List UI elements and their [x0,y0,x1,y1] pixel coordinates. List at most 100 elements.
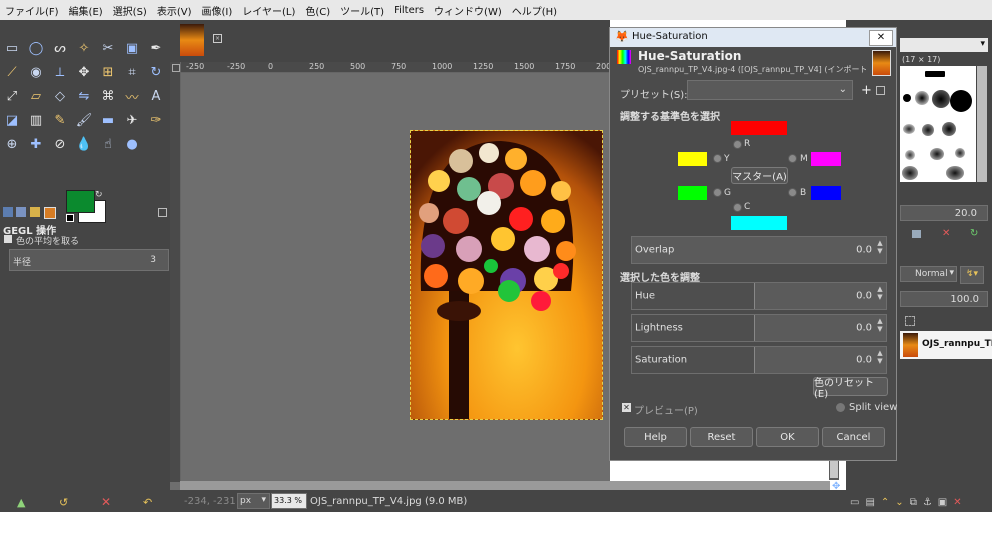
menu-item-1[interactable]: 編集(E) [64,3,108,18]
blue-swatch[interactable] [811,186,841,200]
ink-icon[interactable]: ✑ [146,110,166,130]
brush-field[interactable]: ▾ [900,38,988,52]
lightness-spin-icon[interactable]: ▲ ▼ [876,317,884,333]
dialog-close-button[interactable]: ✕ [869,30,893,46]
unit-select[interactable]: px ▾ [237,493,270,509]
magenta-swatch[interactable] [811,152,841,166]
lasso-icon[interactable]: ᔕ [50,38,70,58]
radius-field[interactable]: 半径 3 [9,249,169,271]
zoom-icon[interactable]: ◉ [26,62,46,82]
rect-select-icon[interactable]: ▭ [2,38,22,58]
opacity-field[interactable]: 100.0 [900,291,988,307]
saturation-slider[interactable]: Saturation 0.0 ▲ ▼ [631,346,887,374]
red-radio[interactable] [733,140,742,149]
fuzzy-select-icon[interactable]: ✧ [74,38,94,58]
lower-layer-icon[interactable]: ⌄ [895,497,903,508]
quick-mask-icon[interactable] [172,64,180,72]
lock-alpha-icon[interactable] [905,316,915,326]
preview-checkbox[interactable]: ✕ [622,403,631,412]
ok-button[interactable]: OK [756,427,819,447]
eraser-icon[interactable]: ▬ [98,110,118,130]
green-swatch[interactable] [678,186,707,200]
dialog-titlebar[interactable]: 🦊 Hue-Saturation ✕ [610,28,896,47]
magenta-radio[interactable] [788,154,797,163]
brush-grid[interactable] [900,66,976,182]
foreground-select-icon[interactable]: ▣ [122,38,142,58]
master-button[interactable]: マスター(A) [731,167,788,184]
image-tab-thumbnail[interactable] [180,24,204,56]
blue-radio[interactable] [788,188,797,197]
mask-icon[interactable]: ▣ [938,497,947,508]
scale-icon[interactable]: ⤢ [2,86,22,106]
lightness-slider[interactable]: Lightness 0.0 ▲ ▼ [631,314,887,342]
device-status-tab-icon[interactable] [16,207,26,217]
bucket-fill-icon[interactable]: ◪ [2,110,22,130]
vertical-scrollbar-thumb[interactable] [830,460,838,478]
smudge-icon[interactable]: ☝ [98,134,118,154]
undo-history-tab-icon[interactable] [30,207,40,217]
warp-icon[interactable]: 〰 [122,86,142,106]
delete-layer-icon[interactable]: ✕ [953,497,961,508]
shear-icon[interactable]: ▱ [26,86,46,106]
duplicate-layer-icon[interactable]: ⧉ [910,497,917,508]
clone-icon[interactable]: ⊕ [2,134,22,154]
cancel-button[interactable]: Cancel [822,427,885,447]
text-icon[interactable]: A [146,86,166,106]
preset-select[interactable]: ⌄ [687,80,853,100]
overlap-slider[interactable]: Overlap 0.0 ▲ ▼ [631,236,887,264]
preset-menu-icon[interactable] [876,86,885,95]
layer-row[interactable]: OJS_rannpu_TP [900,331,992,359]
overlap-spin-icon[interactable]: ▲ ▼ [876,239,884,255]
menu-item-5[interactable]: レイヤー(L) [237,3,300,18]
menu-item-10[interactable]: ヘルプ(H) [507,3,562,18]
perspective-icon[interactable]: ◇ [50,86,70,106]
rotate-icon[interactable]: ↻ [146,62,166,82]
green-radio[interactable] [713,188,722,197]
close-tab-icon[interactable]: × [213,34,222,43]
cyan-swatch[interactable] [731,216,787,230]
gegl-checkbox[interactable] [4,235,12,243]
menu-item-8[interactable]: Filters [389,5,429,16]
menu-item-9[interactable]: ウィンドウ(W) [429,3,507,18]
layer-mode-reset-icon[interactable]: ↯▾ [960,266,984,284]
heal-icon[interactable]: ✚ [26,134,46,154]
align-icon[interactable]: ⊞ [98,62,118,82]
airbrush-icon[interactable]: ✈ [122,110,142,130]
menu-item-2[interactable]: 選択(S) [108,3,152,18]
horizontal-scrollbar[interactable] [180,481,830,490]
delete-brush-icon[interactable]: ✕ [942,228,950,239]
reset-color-button[interactable]: 色のリセット(E) [813,377,888,400]
cyan-radio[interactable] [733,203,742,212]
split-view-checkbox[interactable] [836,403,845,412]
measure-icon[interactable]: ⟂ [50,62,70,82]
brush-scrollbar[interactable] [977,66,987,182]
duplicate-brush-icon[interactable] [912,230,921,238]
hue-spin-icon[interactable]: ▲ ▼ [876,285,884,301]
ellipse-select-icon[interactable]: ◯ [26,38,46,58]
images-tab-icon[interactable] [44,207,56,219]
reset-options-icon[interactable]: ↶ [143,496,152,509]
raise-layer-icon[interactable]: ⌃ [881,497,889,508]
menu-item-4[interactable]: 画像(I) [197,3,238,18]
new-group-icon[interactable]: ▤ [865,497,874,508]
yellow-swatch[interactable] [678,152,707,166]
scissors-icon[interactable]: ✂ [98,38,118,58]
red-swatch[interactable] [731,121,787,135]
dodge-icon[interactable]: ● [122,134,142,154]
cage-icon[interactable]: ⌘ [98,86,118,106]
tool-options-tab-icon[interactable] [3,207,13,217]
hue-slider[interactable]: Hue 0.0 ▲ ▼ [631,282,887,310]
restore-options-icon[interactable]: ↺ [59,496,68,509]
menu-item-3[interactable]: 表示(V) [152,3,197,18]
save-options-icon[interactable]: ▲ [17,496,25,509]
add-preset-icon[interactable]: + [861,83,872,98]
perspective-clone-icon[interactable]: ⊘ [50,134,70,154]
blur-icon[interactable]: 💧 [74,134,94,154]
color-picker-icon[interactable]: ⟋ [2,62,22,82]
refresh-brushes-icon[interactable]: ↻ [970,228,978,239]
menu-item-6[interactable]: 色(C) [300,3,335,18]
paths-icon[interactable]: ✒ [146,38,166,58]
delete-options-icon[interactable]: ✕ [101,495,111,509]
zoom-select[interactable]: 33.3 % [271,493,307,509]
spacing-field[interactable]: 20.0 [900,205,988,221]
